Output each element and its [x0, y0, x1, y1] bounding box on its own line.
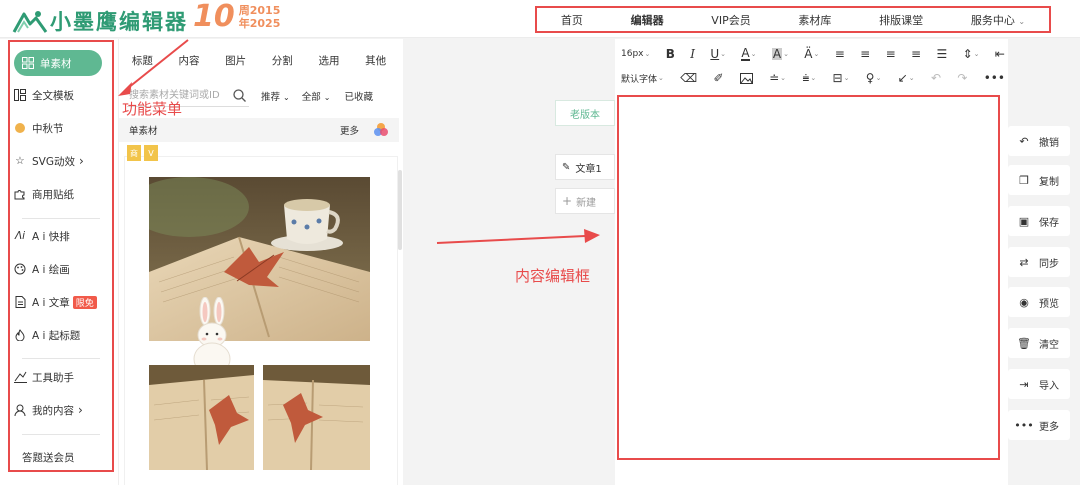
- editor-annotation: 内容编辑框: [515, 267, 591, 285]
- annotation-arrows: [118, 39, 600, 244]
- menu-annotation: 功能菜单: [122, 100, 183, 118]
